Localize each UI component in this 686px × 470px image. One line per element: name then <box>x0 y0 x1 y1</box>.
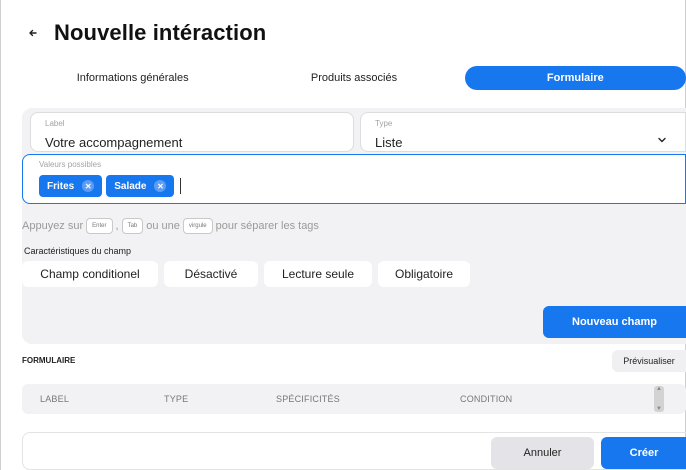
page-header: Nouvelle intéraction <box>24 20 266 46</box>
label-input-value: Votre accompagnement <box>45 135 183 150</box>
tab-informations-generales[interactable]: Informations générales <box>22 66 243 90</box>
key-comma: virgule <box>182 218 213 234</box>
field-config-panel: Label Votre accompagnement Type Liste Va… <box>22 108 686 344</box>
cancel-button[interactable]: Annuler <box>491 437 594 469</box>
scroll-up-icon[interactable]: ▲ <box>654 386 664 392</box>
tag: Salade ✕ <box>106 175 175 197</box>
new-field-button[interactable]: Nouveau champ <box>543 306 686 338</box>
tag-label: Salade <box>114 180 147 192</box>
column-type: TYPE <box>164 394 189 404</box>
column-label: LABEL <box>40 394 70 404</box>
form-table-header: LABEL TYPE SPÉCIFICITÉS CONDITION <box>22 384 686 414</box>
page-title: Nouvelle intéraction <box>54 20 267 45</box>
option-obligatoire[interactable]: Obligatoire <box>378 261 470 287</box>
column-condition: CONDITION <box>460 394 513 404</box>
tab-formulaire[interactable]: Formulaire <box>464 66 686 90</box>
characteristics-options: Champ conditionel Désactivé Lecture seul… <box>22 261 476 287</box>
close-icon[interactable]: ✕ <box>154 180 167 192</box>
label-input-caption: Label <box>45 119 65 128</box>
form-section-title: FORMULAIRE <box>22 356 76 365</box>
option-desactive[interactable]: Désactivé <box>164 261 258 287</box>
back-button[interactable] <box>24 24 42 42</box>
possible-values-input[interactable]: Valeurs possibles Frites ✕ Salade ✕ <box>22 154 686 204</box>
hint-prefix: Appuyez sur <box>22 220 84 232</box>
label-input[interactable]: Label Votre accompagnement <box>30 112 354 152</box>
hint-suffix: pour séparer les tags <box>215 220 319 232</box>
possible-values-caption: Valeurs possibles <box>39 160 102 169</box>
tab-bar: Informations générales Produits associés… <box>22 66 686 90</box>
key-tab: Tab <box>121 218 144 234</box>
tab-produits-associes[interactable]: Produits associés <box>243 66 464 90</box>
key-enter: Enter <box>86 218 113 234</box>
arrow-left-icon <box>29 29 37 37</box>
tag: Frites ✕ <box>39 175 103 197</box>
hint-sep: , <box>115 220 119 232</box>
footer-bar: Annuler Créer <box>22 432 686 470</box>
tag-hint: Appuyez sur Enter , Tab ou une virgule p… <box>22 218 319 234</box>
type-select[interactable]: Type Liste <box>360 112 686 152</box>
chevron-down-icon <box>658 137 666 143</box>
hint-mid: ou une <box>146 220 180 232</box>
option-lecture-seule[interactable]: Lecture seule <box>264 261 372 287</box>
create-button[interactable]: Créer <box>601 437 686 469</box>
option-champ-conditionel[interactable]: Champ conditionel <box>22 261 158 287</box>
text-caret <box>180 178 182 194</box>
type-select-value: Liste <box>375 135 403 150</box>
characteristics-title: Caractéristiques du champ <box>24 246 132 256</box>
tag-list: Frites ✕ Salade ✕ <box>39 175 182 197</box>
tag-label: Frites <box>47 180 75 192</box>
table-scrollbar[interactable]: ▲ ▼ <box>654 386 664 412</box>
scroll-down-icon[interactable]: ▼ <box>654 406 664 412</box>
column-specificites: SPÉCIFICITÉS <box>276 394 340 404</box>
close-icon[interactable]: ✕ <box>82 180 95 192</box>
preview-button[interactable]: Prévisualiser <box>612 350 686 372</box>
type-select-caption: Type <box>375 119 393 128</box>
window-border-left <box>0 0 1 470</box>
